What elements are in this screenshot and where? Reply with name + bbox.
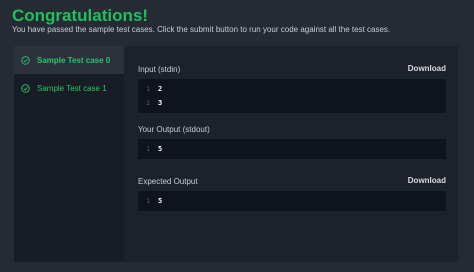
line-text: 2 bbox=[158, 85, 163, 93]
line-text: 5 bbox=[158, 197, 163, 205]
line-text: 3 bbox=[158, 99, 163, 107]
check-circle-icon bbox=[21, 83, 30, 93]
input-code-block: 1 2 2 3 bbox=[138, 79, 446, 113]
output-label: Your Output (stdout) bbox=[138, 125, 210, 134]
test-results-panel: Sample Test case 0 Sample Test case 1 In… bbox=[14, 46, 458, 262]
input-section: Input (stdin) Download 1 2 2 3 bbox=[138, 64, 446, 113]
output-code-block: 1 5 bbox=[138, 139, 446, 159]
test-case-details: Input (stdin) Download 1 2 2 3 Your Outp… bbox=[124, 46, 458, 262]
test-case-sidebar: Sample Test case 0 Sample Test case 1 bbox=[14, 46, 124, 262]
tab-sample-test-case-1[interactable]: Sample Test case 1 bbox=[14, 74, 124, 102]
line-number: 1 bbox=[146, 197, 150, 205]
expected-header: Expected Output Download bbox=[138, 176, 446, 188]
output-section: Your Output (stdout) 1 5 bbox=[138, 124, 446, 159]
input-label: Input (stdin) bbox=[138, 65, 181, 74]
input-download-link[interactable]: Download bbox=[408, 64, 446, 73]
code-line: 2 3 bbox=[138, 96, 446, 110]
line-number: 2 bbox=[146, 99, 150, 107]
code-line: 1 2 bbox=[138, 82, 446, 96]
code-line: 1 5 bbox=[138, 194, 162, 208]
result-page: Congratulations! You have passed the sam… bbox=[0, 0, 474, 272]
tab-sample-test-case-0[interactable]: Sample Test case 0 bbox=[14, 46, 124, 74]
code-line: 1 5 bbox=[138, 142, 162, 156]
line-number: 1 bbox=[146, 145, 150, 153]
expected-label: Expected Output bbox=[138, 177, 198, 186]
expected-code-block: 1 5 bbox=[138, 191, 446, 211]
test-case-label: Sample Test case 1 bbox=[37, 83, 107, 93]
expected-download-link[interactable]: Download bbox=[408, 176, 446, 185]
expected-section: Expected Output Download 1 5 bbox=[138, 176, 446, 211]
congratulations-title: Congratulations! bbox=[12, 6, 148, 25]
test-case-label: Sample Test case 0 bbox=[37, 55, 111, 65]
input-header: Input (stdin) Download bbox=[138, 64, 446, 76]
line-number: 1 bbox=[146, 85, 150, 93]
line-text: 5 bbox=[158, 145, 163, 153]
check-circle-icon bbox=[21, 55, 30, 65]
result-subtitle: You have passed the sample test cases. C… bbox=[12, 25, 391, 34]
output-header: Your Output (stdout) bbox=[138, 124, 446, 136]
